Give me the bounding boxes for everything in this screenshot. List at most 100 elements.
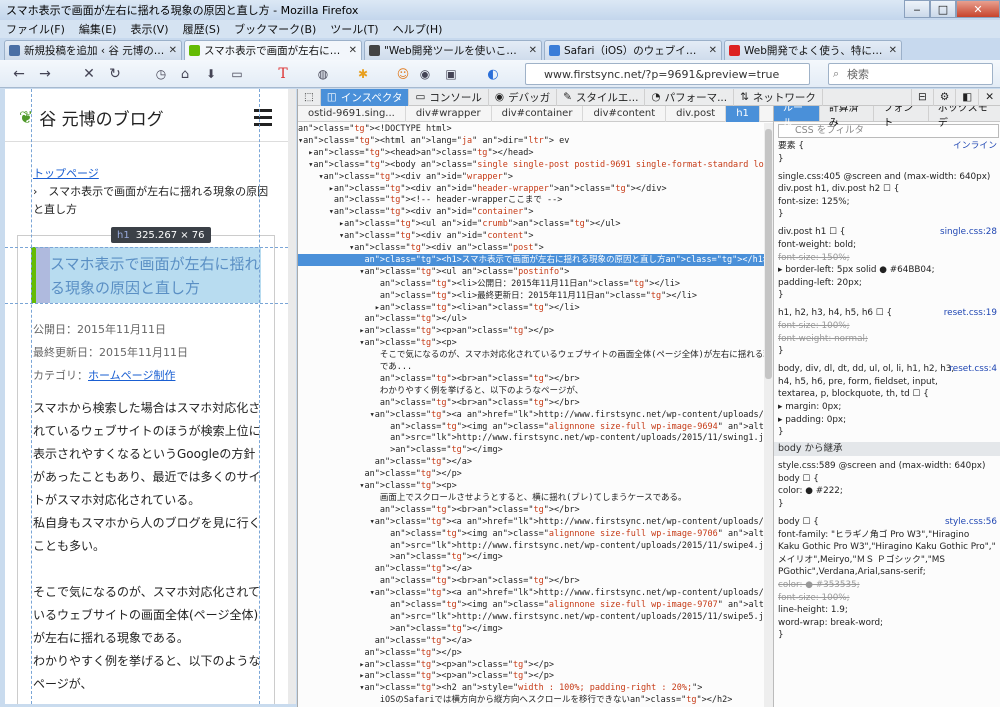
tab-label[interactable]: スマホ表示で画面が左右に揺れる現...: [204, 43, 345, 58]
markup-node[interactable]: an">class="tg"></p>: [298, 647, 764, 659]
close-window-button[interactable]: ✕: [956, 0, 1000, 18]
markup-node[interactable]: an">class="tg"></a>: [298, 456, 764, 468]
css-rule-line[interactable]: font-weight: bold;: [778, 239, 856, 251]
markup-node[interactable]: ▾an">class="tg"><div an">class="post">: [298, 242, 764, 254]
tab-inspector-label[interactable]: インスペクタ: [341, 90, 403, 105]
tab-style-editor-label[interactable]: スタイルエ...: [576, 90, 639, 105]
css-rule-line[interactable]: }: [778, 289, 784, 301]
stop-icon[interactable]: ✕: [78, 63, 100, 85]
back-icon[interactable]: ←: [8, 63, 30, 85]
css-rule-line[interactable]: color: ● #353535;: [778, 579, 860, 591]
markup-node[interactable]: an">class="tg"><!-- header-wrapperここまで -…: [298, 194, 764, 206]
markup-node[interactable]: an">class="tg"></a>: [298, 563, 764, 575]
markup-node[interactable]: ▾an">class="tg"><div an">id="wrapper">: [298, 171, 764, 183]
maximize-button[interactable]: □: [930, 0, 956, 18]
markup-node[interactable]: iOSのSafariでは横方向から縦方向へスクロールを移行できないan">cla…: [298, 694, 764, 706]
css-rule-line[interactable]: }: [778, 153, 784, 165]
breadcrumb-item[interactable]: div#wrapper: [406, 105, 492, 122]
css-rule-line[interactable]: textarea, p, blockquote, th, td ☐ {: [778, 388, 929, 400]
markup-node[interactable]: ▾an">class="tg"><a an">href="lk">http://…: [298, 516, 764, 528]
url-bar[interactable]: www.firstsync.net/?p=9691&preview=true: [525, 63, 810, 85]
css-rule-line[interactable]: }: [778, 426, 784, 438]
css-rule-line[interactable]: メイリオ",Meiryo,"ＭＳ Ｐゴシック","MS: [778, 554, 945, 566]
css-rule-line[interactable]: PGothic",Verdana,Arial,sans-serif;: [778, 566, 926, 578]
browser-tab[interactable]: 新規投稿を追加 ‹ 谷 元博のブログ ... ✕: [4, 40, 182, 60]
markup-node[interactable]: ▾an">class="tg"><h2 an">style="width : 1…: [298, 682, 764, 694]
tab-console-label[interactable]: コンソール: [429, 90, 482, 105]
tab-close-icon[interactable]: ✕: [349, 45, 357, 56]
blog-title[interactable]: ❦ 谷 元博のブログ: [19, 105, 164, 131]
menu-edit[interactable]: 編集(E): [79, 21, 117, 37]
css-rule-line[interactable]: }: [778, 208, 784, 220]
menu-history[interactable]: 履歴(S): [183, 21, 221, 37]
css-rule-line[interactable]: style.css:589 @screen and (max-width: 64…: [778, 460, 985, 472]
markup-node[interactable]: ▸an">class="tg"><p>an">class="tg"></p>: [298, 659, 764, 671]
markup-node[interactable]: an">class="tg"></p>: [298, 468, 764, 480]
markup-node[interactable]: an">class="tg"></a>: [298, 635, 764, 647]
tab-debugger-label[interactable]: デバッガ: [508, 90, 550, 105]
markup-node[interactable]: an">class="tg"><li>公開日：2015年11月11日an">cl…: [298, 278, 764, 290]
css-rule-line[interactable]: h1, h2, h3, h4, h5, h6 ☐ {: [778, 307, 892, 319]
library-icon[interactable]: ▭: [226, 63, 248, 85]
browser-tab[interactable]: スマホ表示で画面が左右に揺れる現... ✕: [184, 40, 362, 60]
markup-node[interactable]: an">class="tg"><img an">class="alignnone…: [298, 599, 764, 611]
markup-node[interactable]: ▾an">class="tg"><a an">href="lk">http://…: [298, 409, 764, 421]
addon-face-icon[interactable]: ☺: [392, 63, 414, 85]
markup-node[interactable]: ▸an">class="tg"><head>an">class="tg"></h…: [298, 147, 764, 159]
markup-node[interactable]: >an">class="tg"></img>: [298, 444, 764, 456]
markup-node[interactable]: an">class="tg"><li>最終更新日：2015年11月11日an">…: [298, 290, 764, 302]
css-rule-line[interactable]: Kaku Gothic Pro W3","Hiragino Kaku Gothi…: [778, 541, 996, 553]
markup-node[interactable]: ▾an">class="tg"><div an">id="content">: [298, 230, 764, 242]
markup-node[interactable]: >an">class="tg"></img>: [298, 623, 764, 635]
breadcrumb-item[interactable]: div#content: [583, 105, 667, 122]
markup-node[interactable]: ▾an">class="tg"><p>: [298, 480, 764, 492]
tab-label[interactable]: Web開発でよく使う、特に使えるC...: [744, 43, 885, 58]
screenshot-icon[interactable]: ▣: [440, 63, 462, 85]
reload-icon[interactable]: ↻: [104, 63, 126, 85]
browser-tab[interactable]: Web開発でよく使う、特に使えるC... ✕: [724, 40, 902, 60]
css-rule-line[interactable]: word-wrap: break-word;: [778, 617, 883, 629]
pick-element-icon[interactable]: ⬚: [298, 88, 321, 106]
css-rule-line[interactable]: font-family: "ヒラギノ角ゴ Pro W3","Hiragino: [778, 529, 969, 541]
settings-gear-icon[interactable]: ⚙: [934, 88, 957, 106]
css-rule-line[interactable]: ▸ padding: 0px;: [778, 414, 846, 426]
tab-network[interactable]: ⇅ ネットワーク: [734, 88, 823, 106]
addon-icon[interactable]: ◍: [312, 63, 334, 85]
css-source-link[interactable]: reset.css:19: [944, 307, 997, 319]
markup-node[interactable]: an">class="tg"><br>an">class="tg"></br>: [298, 504, 764, 516]
tab-console[interactable]: ▭ コンソール: [409, 88, 489, 106]
addon-emoji-icon[interactable]: ◉: [414, 63, 436, 85]
markup-node[interactable]: ▾an">class="tg"><body an">class="single …: [298, 159, 764, 171]
markup-node[interactable]: ▾an">class="tg"><html an">lang="ja" an">…: [298, 135, 764, 147]
markup-node[interactable]: an">class="tg"><img an">class="alignnone…: [298, 528, 764, 540]
css-rule-line[interactable]: font-size: 100%;: [778, 320, 850, 332]
css-rule-line[interactable]: font-size: 150%;: [778, 252, 850, 264]
addon-bee-icon[interactable]: ✱: [352, 63, 374, 85]
markup-node[interactable]: an">class="tg"></ul>: [298, 313, 764, 325]
menu-file[interactable]: ファイル(F): [6, 21, 65, 37]
breadcrumb-item[interactable]: h1: [726, 105, 760, 122]
css-rule-line[interactable]: color: ● #222;: [778, 485, 843, 497]
tab-inspector[interactable]: ◫ インスペクタ: [320, 88, 410, 106]
markup-scrollbar[interactable]: [764, 123, 773, 707]
breadcrumb-item[interactable]: div.post: [666, 105, 727, 122]
breadcrumb-top-link[interactable]: トップページ: [33, 165, 99, 181]
markup-node[interactable]: 画面上でスクロールさせようとすると、横に揺れ(ブレ)てしまうケースである。: [298, 492, 764, 504]
css-source-link[interactable]: style.css:56: [945, 516, 997, 528]
markup-node[interactable]: an">class="tg"><h1>スマホ表示で画面が左右に揺れる現象の原因と…: [298, 253, 764, 266]
css-rule-line[interactable]: single.css:405 @screen and (max-width: 6…: [778, 171, 990, 183]
url-text[interactable]: www.firstsync.net/?p=9691&preview=true: [544, 68, 779, 81]
tab-performance-label[interactable]: パフォーマ...: [665, 90, 728, 105]
markup-node[interactable]: ▸an">class="tg"><p>an">class="tg"></p>: [298, 325, 764, 337]
tab-box-model[interactable]: ボックスモデ: [929, 106, 1000, 129]
menu-bookmarks[interactable]: ブックマーク(B): [234, 21, 316, 37]
css-rule-line[interactable]: }: [778, 498, 784, 510]
css-rule-line[interactable]: ▸ border-left: 5px solid ● #64BB04;: [778, 264, 935, 276]
history-clock-icon[interactable]: ◷: [150, 63, 172, 85]
text-tool-icon[interactable]: T: [272, 63, 294, 85]
markup-node[interactable]: an">class="tg"><br>an">class="tg"></br>: [298, 397, 764, 409]
markup-node[interactable]: そこで気になるのが、スマホ対応化されているウェブサイトの画面全体(ページ全体)が…: [298, 349, 764, 361]
markup-node[interactable]: an">src="lk">http://www.firstsync.net/wp…: [298, 432, 764, 444]
forward-icon[interactable]: →: [34, 63, 56, 85]
markup-node[interactable]: ▸an">class="tg"><div an">id="header-wrap…: [298, 183, 764, 195]
